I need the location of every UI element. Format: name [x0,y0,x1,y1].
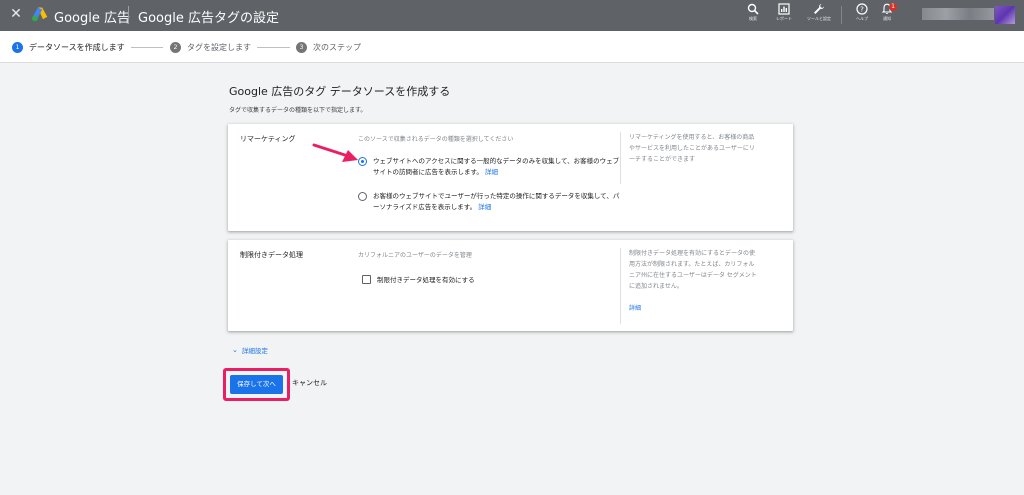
card-divider [620,132,621,184]
page-heading: Google 広告のタグ データソースを作成する [229,85,451,98]
radio-button[interactable] [358,192,367,201]
step-label: データソースを作成します [29,42,125,52]
step-label: 次のステップ [313,42,361,52]
radio-option-personalized[interactable]: お客様のウェブサイトでユーザーが行った特定の操作に関するデータを収集して、パーソ… [358,191,623,213]
step-2: 2 タグを設定します [170,41,251,53]
remarketing-help-text: リマーケティングを使用すると、お客様の商品やサービスを利用したことがあるユーザー… [629,134,755,163]
step-number: 2 [170,41,181,53]
reports-label: レポート [776,16,792,21]
search-icon [747,3,759,15]
step-1: 1 データソースを作成します [12,41,125,53]
restricted-data-title: 制限付きデータ処理 [240,251,303,259]
restricted-data-checkbox[interactable] [362,274,371,284]
step-3: 3 次のステップ [296,41,361,53]
reports-icon [778,3,790,15]
step-label: タグを設定します [187,42,251,52]
remarketing-card: リマーケティング このソースで収集されるデータの種類を選択してください ウェブサ… [228,124,793,231]
radio-option-label: お客様のウェブサイトでユーザーが行った特定の操作に関するデータを収集して、パーソ… [373,192,620,211]
remarketing-title: リマーケティング [240,135,296,143]
step-number: 3 [296,41,307,53]
save-and-next-button[interactable]: 保存して次へ [230,375,283,394]
chevron-down-icon: ⌄ [232,346,238,354]
details-link[interactable]: 詳細 [485,168,498,176]
restricted-data-help-text: 制限付きデータ処理を有効にするとデータの使用方法が制限されます。たとえば、カリフ… [629,250,757,290]
wrench-icon [814,4,824,14]
details-link[interactable]: 詳細 [478,203,491,211]
reports-button[interactable]: レポート [770,3,798,29]
page-title: Google 広告タグの設定 [138,11,279,26]
remarketing-prompt: このソースで収集されるデータの種類を選択してください [358,136,514,143]
top-app-bar: ✕ Google 広告 Google 広告タグの設定 検索 レポート ツールと設… [0,0,1024,31]
toolbar-divider [841,6,842,24]
restricted-data-card: 制限付きデータ処理 カリフォルニアのユーザーのデータを管理 制限付きデータ処理を… [228,240,793,331]
help-icon: ? [856,3,868,15]
help-button[interactable]: ? ヘルプ [848,3,876,29]
notifications-button[interactable]: 1 通知 [873,3,901,29]
save-button-highlight: 保存して次へ [223,368,290,401]
tools-label: ツールと設定 [807,16,831,21]
svg-text:?: ? [860,6,864,14]
search-label: 検索 [749,16,757,21]
restricted-data-checkbox-row[interactable]: 制限付きデータ処理を有効にする [362,274,475,284]
checkbox-label: 制限付きデータ処理を有効にする [377,276,475,284]
title-divider [128,6,129,24]
tools-button[interactable]: ツールと設定 [805,3,833,29]
radio-option-text: お客様のウェブサイトでユーザーが行った特定の操作に関するデータを収集して、パーソ… [373,191,623,213]
radio-option-text: ウェブサイトへのアクセスに関する一般的なデータのみを収集して、お客様のウェブサイ… [373,156,623,178]
details-link[interactable]: 詳細 [629,303,759,314]
radio-option-general[interactable]: ウェブサイトへのアクセスに関する一般的なデータのみを収集して、お客様のウェブサイ… [358,156,623,178]
help-label: ヘルプ [856,16,868,21]
step-connector [257,47,290,48]
avatar[interactable] [995,6,1015,24]
advanced-settings-toggle[interactable]: ⌄ 詳細設定 [232,345,268,355]
card-divider [620,248,621,324]
cancel-button[interactable]: キャンセル [292,378,327,388]
notifications-label: 通知 [883,16,891,21]
step-connector [131,47,163,48]
google-ads-logo [32,7,48,22]
notification-badge: 1 [889,3,897,11]
account-name-blurred[interactable] [922,8,994,20]
app-name: Google 広告 [54,11,130,26]
page-subheading: タグで収集するデータの種類を以下で指定します。 [229,107,367,114]
restricted-data-prompt: カリフォルニアのユーザーのデータを管理 [358,252,472,259]
step-number: 1 [12,41,23,53]
advanced-settings-label: 詳細設定 [241,347,268,355]
restricted-data-help: 制限付きデータ処理を有効にするとデータの使用方法が制限されます。たとえば、カリフ… [629,248,759,314]
annotation-arrow-icon [312,143,358,162]
search-button[interactable]: 検索 [739,3,767,29]
close-icon[interactable]: ✕ [9,6,23,22]
